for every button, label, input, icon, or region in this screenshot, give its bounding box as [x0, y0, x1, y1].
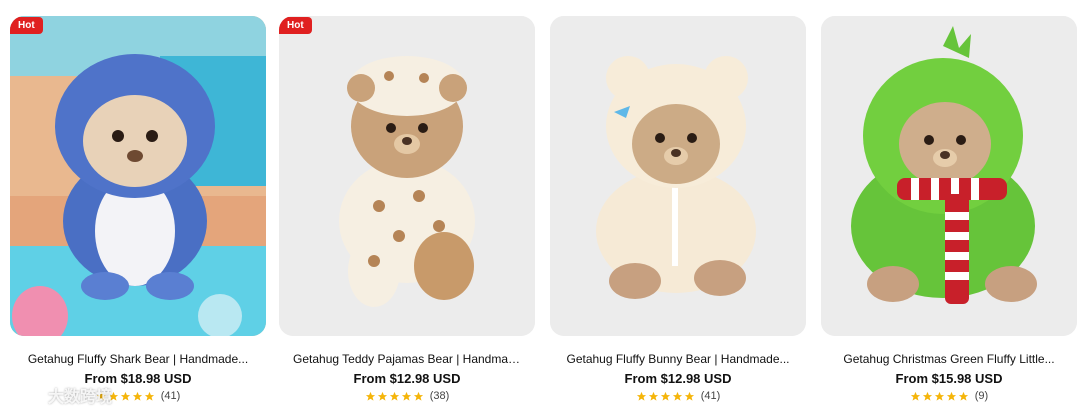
watermark: 大数跨境	[8, 383, 112, 407]
star-icon	[648, 391, 659, 402]
product-rating: (9)	[821, 390, 1077, 402]
review-count: (41)	[160, 390, 181, 402]
star-icon	[910, 391, 921, 402]
product-card[interactable]: Getahug Fluffy Bunny Bear | Handmade... …	[550, 16, 806, 413]
product-card[interactable]: Hot Getahug Teddy Pajamas Bear | Handmad…	[279, 16, 535, 413]
star-icon	[144, 391, 155, 402]
product-grid: Hot Getahug Fluffy Shark Bear | Handmade…	[0, 0, 1080, 413]
hot-badge: Hot	[10, 17, 43, 34]
pajamas-bear-photo	[279, 16, 535, 336]
product-image[interactable]	[550, 16, 806, 336]
star-icon	[401, 391, 412, 402]
product-rating: (41)	[550, 390, 806, 402]
product-title[interactable]: Getahug Teddy Pajamas Bear | Handmad...	[279, 352, 535, 366]
star-icon	[365, 391, 376, 402]
star-rating	[365, 391, 424, 402]
product-price: From $15.98 USD	[895, 371, 1003, 386]
watermark-text: 大数跨境	[48, 389, 113, 406]
bunny-bear-photo	[550, 16, 806, 336]
star-rating	[910, 391, 969, 402]
product-title[interactable]: Getahug Fluffy Bunny Bear | Handmade...	[550, 352, 806, 366]
star-icon	[636, 391, 647, 402]
product-card[interactable]: Getahug Christmas Green Fluffy Little...…	[821, 16, 1077, 413]
star-icon	[684, 391, 695, 402]
review-count: (9)	[974, 390, 989, 402]
star-icon	[120, 391, 131, 402]
review-count: (38)	[429, 390, 450, 402]
product-image[interactable]: Hot	[279, 16, 535, 336]
shark-bear-photo	[10, 16, 266, 336]
star-icon	[934, 391, 945, 402]
star-rating	[636, 391, 695, 402]
christmas-green-bear-photo	[821, 16, 1077, 336]
product-image[interactable]	[821, 16, 1077, 336]
hot-badge: Hot	[279, 17, 312, 34]
star-icon	[413, 391, 424, 402]
star-icon	[660, 391, 671, 402]
star-icon	[946, 391, 957, 402]
star-icon	[389, 391, 400, 402]
product-rating: (38)	[279, 390, 535, 402]
product-price: From $12.98 USD	[353, 371, 461, 386]
star-icon	[958, 391, 969, 402]
product-price: From $12.98 USD	[624, 371, 732, 386]
star-icon	[377, 391, 388, 402]
star-icon	[672, 391, 683, 402]
review-count: (41)	[700, 390, 721, 402]
product-card[interactable]: Hot Getahug Fluffy Shark Bear | Handmade…	[10, 16, 266, 413]
product-title[interactable]: Getahug Fluffy Shark Bear | Handmade...	[10, 352, 266, 366]
product-image[interactable]: Hot	[10, 16, 266, 336]
watermark-logo-icon	[9, 389, 41, 403]
product-title[interactable]: Getahug Christmas Green Fluffy Little...	[821, 352, 1077, 366]
star-icon	[922, 391, 933, 402]
star-icon	[132, 391, 143, 402]
